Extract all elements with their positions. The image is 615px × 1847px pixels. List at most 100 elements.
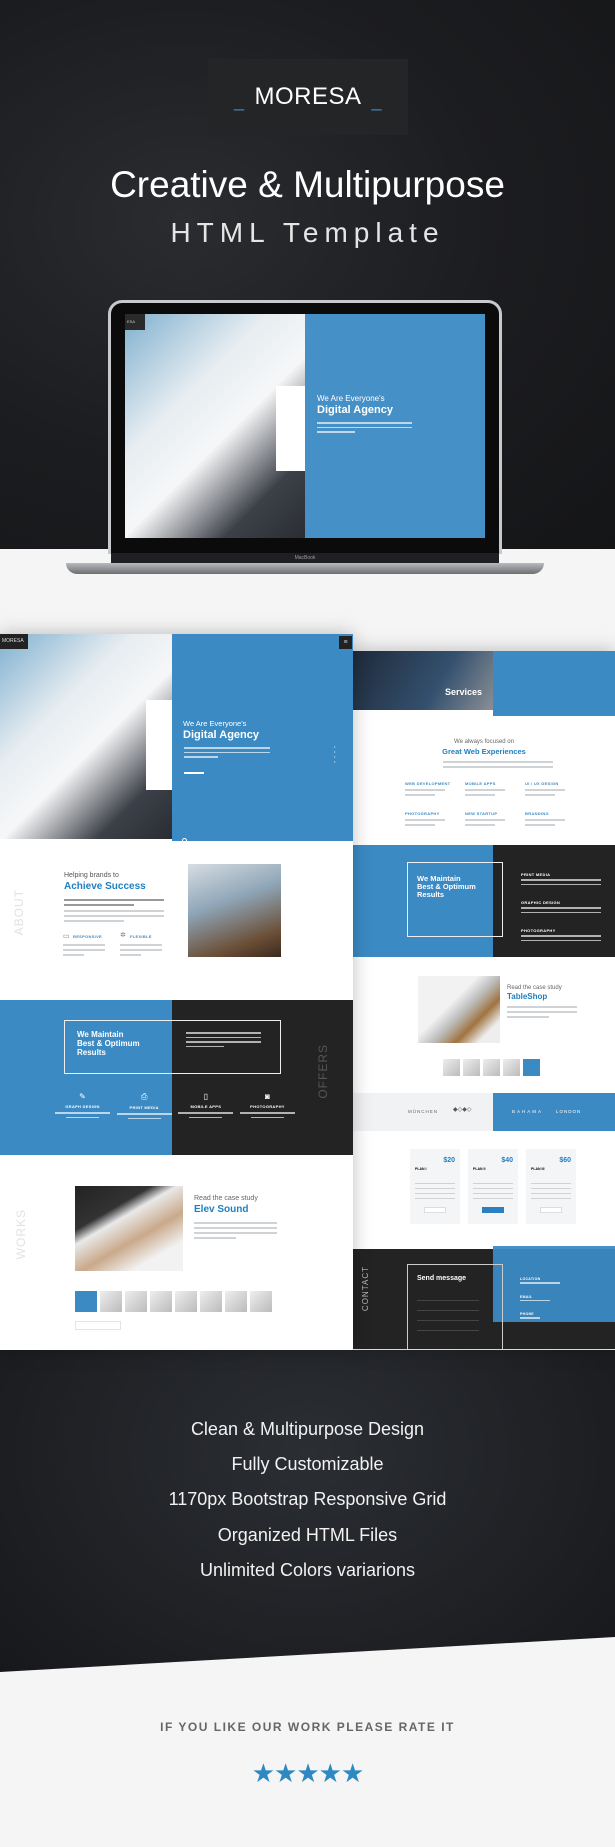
thumbnail[interactable] (503, 1059, 520, 1076)
service-photography: ◙ Photography (239, 1092, 295, 1119)
plan-price: $40 (501, 1157, 513, 1164)
message-field[interactable] (417, 1321, 479, 1331)
menu-icon[interactable]: ≡ (339, 636, 352, 649)
laptop-screen: ESA We Are Everyone's Digital Agency (125, 314, 485, 538)
feature-item: Organized HTML Files (217, 1525, 398, 1545)
service-print-media: ⎙ Print Media (116, 1092, 172, 1119)
feature-item: 1170px Bootstrap Responsive Grid (168, 1489, 447, 1509)
contact-label: Phone (520, 1312, 534, 1316)
plan-price: $20 (443, 1157, 455, 1164)
mouse-scroll-icon (182, 838, 187, 845)
service-item: Mobile Apps (465, 781, 525, 799)
intro-small-text: We always focused on (454, 739, 514, 745)
select-plan-button[interactable] (482, 1207, 504, 1213)
thumbnail[interactable] (463, 1059, 480, 1076)
heading-line: Results (77, 1048, 106, 1057)
brand-logo: _ MORESA _ (208, 59, 408, 135)
name-field[interactable] (417, 1291, 479, 1301)
case-heading: Elev Sound (194, 1204, 249, 1215)
hero-small-text: We Are Everyone's (317, 394, 385, 403)
thumbnail[interactable] (483, 1059, 500, 1076)
service-graph-design: ✎ Graph Design (55, 1092, 110, 1119)
feature-text (120, 944, 162, 959)
right-mockup: Services We always focused on Great Web … (353, 651, 615, 1349)
feature-item: Clean & Multipurpose Design (190, 1419, 425, 1439)
case-paragraph (194, 1222, 277, 1242)
pricing-cards: PLAN I $20 PLAN II $40 PLAN III $60 (410, 1149, 576, 1224)
feature-item: Unlimited Colors variarions (199, 1560, 416, 1580)
screen-logo: ESA (125, 314, 145, 330)
thumbnail[interactable] (175, 1291, 197, 1312)
service-label: Mobile Apps (190, 1104, 222, 1109)
rate-prompt: IF YOU LIKE OUR WORK PLEASE RATE IT (160, 1720, 455, 1734)
thumbnail[interactable] (100, 1291, 122, 1312)
feature-flexible: Flexible (130, 934, 152, 939)
service-item: Branding (525, 811, 585, 829)
hero-heading: Digital Agency (317, 404, 393, 416)
mobile-icon: ▯ (203, 1092, 209, 1101)
select-plan-button[interactable] (540, 1207, 562, 1213)
maintain-item: Print Media (521, 872, 551, 877)
services-header-blue (493, 651, 615, 716)
thumbnail[interactable] (125, 1291, 147, 1312)
thumbnail[interactable] (150, 1291, 172, 1312)
speaker-photo (75, 1186, 183, 1271)
thumbnail[interactable] (443, 1059, 460, 1076)
thumbnail[interactable] (200, 1291, 222, 1312)
brand-dash: _ (371, 90, 383, 111)
section-label-offers: OFFERS (316, 1044, 330, 1099)
laptop-base (66, 563, 544, 574)
service-label: Graph Design (65, 1104, 100, 1109)
vertical-card (146, 700, 172, 790)
thumbnail[interactable] (75, 1291, 97, 1312)
select-plan-button[interactable] (424, 1207, 446, 1213)
about-small-text: Helping brands to (64, 872, 119, 879)
service-item: New Startup (465, 811, 525, 829)
form-fields (417, 1291, 479, 1331)
about-paragraph (64, 899, 164, 925)
hero-paragraph (184, 747, 270, 761)
hero-heading: Digital Agency (183, 729, 259, 741)
service-item: Photography (405, 811, 465, 829)
slider-dots-icon[interactable]: • • • • (334, 744, 335, 764)
service-mobile-apps: ▯ Mobile Apps (178, 1092, 234, 1119)
client-logo-diamonds: ◆◇◆◇ (453, 1107, 472, 1113)
site-logo[interactable]: MORESA (0, 634, 28, 649)
view-portfolio-button[interactable] (75, 1321, 121, 1330)
thumbnail[interactable] (523, 1059, 540, 1076)
case-paragraph (507, 1006, 577, 1021)
rating-stars-icon[interactable]: ★★★★★ (0, 1758, 615, 1789)
monitor-icon: ▭ (63, 933, 70, 940)
read-more-link[interactable] (184, 772, 204, 774)
offers-heading: We Maintain Best & Optimum Results (77, 1030, 140, 1057)
case-small-text: Read the case study (194, 1195, 258, 1202)
left-mockup: MORESA ≡ We Are Everyone's Digital Agenc… (0, 634, 353, 1350)
client-logo: MÜNCHEN (408, 1109, 438, 1114)
service-label: Print Media (129, 1105, 159, 1110)
page-subtitle: HTML Template (170, 217, 445, 248)
thumbnail-strip (75, 1291, 315, 1312)
pricing-card: PLAN I $20 (410, 1149, 460, 1224)
service-label: New Startup (465, 811, 498, 816)
section-label-contact: CONTACT (361, 1266, 370, 1312)
pricing-card: PLAN III $60 (526, 1149, 576, 1224)
client-logo: LONDON (556, 1109, 582, 1114)
service-label: Photography (405, 811, 440, 816)
feature-responsive: Responsive (73, 934, 103, 939)
subject-field[interactable] (417, 1311, 479, 1321)
email-field[interactable] (417, 1301, 479, 1311)
thumbnail[interactable] (225, 1291, 247, 1312)
feature-item: Fully Customizable (231, 1454, 384, 1474)
page-title: Creative & Multipurpose (110, 164, 505, 205)
pricing-card: PLAN II $40 (468, 1149, 518, 1224)
services-grid: Web Development Mobile Apps UI / UX Desi… (405, 781, 585, 829)
service-label: Branding (525, 811, 549, 816)
feature-text (63, 944, 105, 959)
service-label: Web Development (405, 781, 451, 786)
thumbnail[interactable] (250, 1291, 272, 1312)
services-title: Services (445, 687, 483, 697)
heading-line: Results (417, 890, 445, 899)
section-label-works: WORKS (14, 1209, 28, 1260)
maintain-items: Print Media Graphic Design Photography (521, 871, 601, 944)
tableshop-photo (418, 976, 500, 1043)
